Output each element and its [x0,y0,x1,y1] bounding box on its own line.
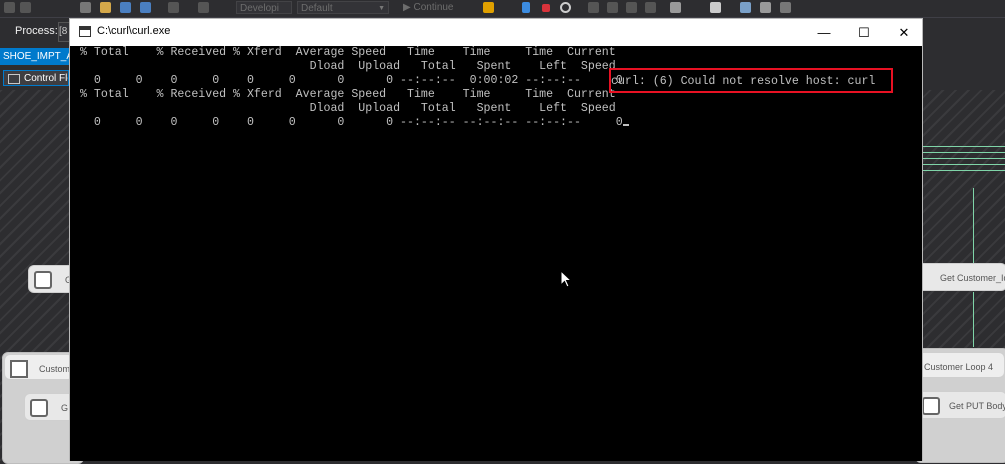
foreach-loop-icon [10,360,28,378]
breakpoint-flag-icon[interactable] [483,2,494,13]
console-window[interactable]: C:\curl\curl.exe — ☐ ✕ % Total % Receive… [69,18,923,461]
continue-button[interactable]: ▶ Continue [403,1,454,15]
console-line: Dload Upload Total Spent Left Speed [80,102,616,115]
solution-config-combo[interactable]: Developi [236,1,292,14]
task-left-2-label: G [61,403,69,413]
console-line-text: 0 0 0 0 0 0 0 0 --:--:-- --:--:-- --:--:… [80,116,623,129]
console-line-last: 0 0 0 0 0 0 0 0 --:--:-- --:--:-- --:--:… [80,116,629,130]
connector-line [973,292,974,347]
container-left-header[interactable]: Custom [4,354,74,380]
container-left-label: Custom [39,364,71,374]
restart-icon[interactable] [560,2,571,13]
tab-control-flow[interactable]: Control Flo [3,70,69,86]
new-project-icon[interactable] [80,2,91,13]
task-get-customer-id[interactable]: Get Customer_Id [915,263,1005,291]
console-line: Dload Upload Total Spent Left Speed [80,60,616,73]
minimize-button[interactable]: — [804,19,844,46]
solution-config-value: Developi [240,3,279,14]
tab-control-flow-label: Control Flo [24,73,69,84]
forward-icon[interactable] [20,2,31,13]
open-folder-icon[interactable] [100,2,111,13]
process-label: Process: [15,25,58,37]
solution-platform-combo[interactable]: Default ▼ [297,1,389,14]
step-over-icon[interactable] [607,2,618,13]
stop-icon[interactable] [542,4,550,12]
properties-icon[interactable] [710,2,721,13]
console-titlebar[interactable]: C:\curl\curl.exe — ☐ ✕ [70,19,922,46]
connector-line [922,152,1005,153]
control-flow-icon [8,74,20,84]
close-button[interactable]: ✕ [884,19,924,46]
console-output: % Total % Received % Xferd Average Speed… [80,46,629,130]
back-icon[interactable] [4,2,15,13]
show-next-statement-icon[interactable] [645,2,656,13]
step-out-icon[interactable] [626,2,637,13]
console-line: % Total % Received % Xferd Average Speed… [80,46,616,59]
save-icon[interactable] [120,2,131,13]
console-title: C:\curl\curl.exe [97,25,171,37]
task-get-customer-id-label: Get Customer_Id [940,273,1005,283]
pause-icon[interactable] [522,2,530,13]
document-tab-label: SHOE_IMPT_A [3,51,70,62]
designer-tab-row: Control Flo [0,66,70,90]
tools-icon[interactable] [670,2,681,13]
execute-task-icon [34,271,52,289]
connector-line [922,158,1005,159]
container-customer-loop-header[interactable]: Customer Loop 4 [915,352,1005,378]
console-line: 0 0 0 0 0 0 0 0 --:--:-- 0:00:02 --:--:-… [80,74,623,87]
save-all-icon[interactable] [140,2,151,13]
container-customer-loop-label: Customer Loop 4 [924,362,994,372]
connector-line [922,146,1005,147]
console-app-icon [79,26,91,37]
step-into-icon[interactable] [588,2,599,13]
text-cursor [622,124,629,126]
redo-icon[interactable] [198,2,209,13]
task-get-put-body-label: Get PUT Body [949,401,1005,411]
parameters-icon[interactable] [760,2,771,13]
document-tab[interactable]: SHOE_IMPT_A [0,48,70,65]
undo-icon[interactable] [168,2,179,13]
process-value: [8 [59,26,68,37]
error-message: curl: (6) Could not resolve host: curl [611,75,876,88]
chevron-down-icon: ▼ [378,5,385,12]
variables-icon[interactable] [740,2,751,13]
execute-task-icon [922,397,940,415]
connector-line [922,164,1005,165]
continue-label: Continue [413,2,454,13]
execute-task-icon [30,399,48,417]
connector-line [973,188,974,264]
console-output-area[interactable]: % Total % Received % Xferd Average Speed… [70,46,922,461]
task-get-put-body[interactable]: Get PUT Body [915,391,1005,419]
console-line: % Total % Received % Xferd Average Speed… [80,88,616,101]
maximize-button[interactable]: ☐ [844,19,884,46]
solution-platform-value: Default [301,3,333,14]
connector-line [922,170,1005,171]
ide-toolbar: Developi Default ▼ ▶ Continue [0,0,1005,18]
comment-icon[interactable] [780,2,791,13]
